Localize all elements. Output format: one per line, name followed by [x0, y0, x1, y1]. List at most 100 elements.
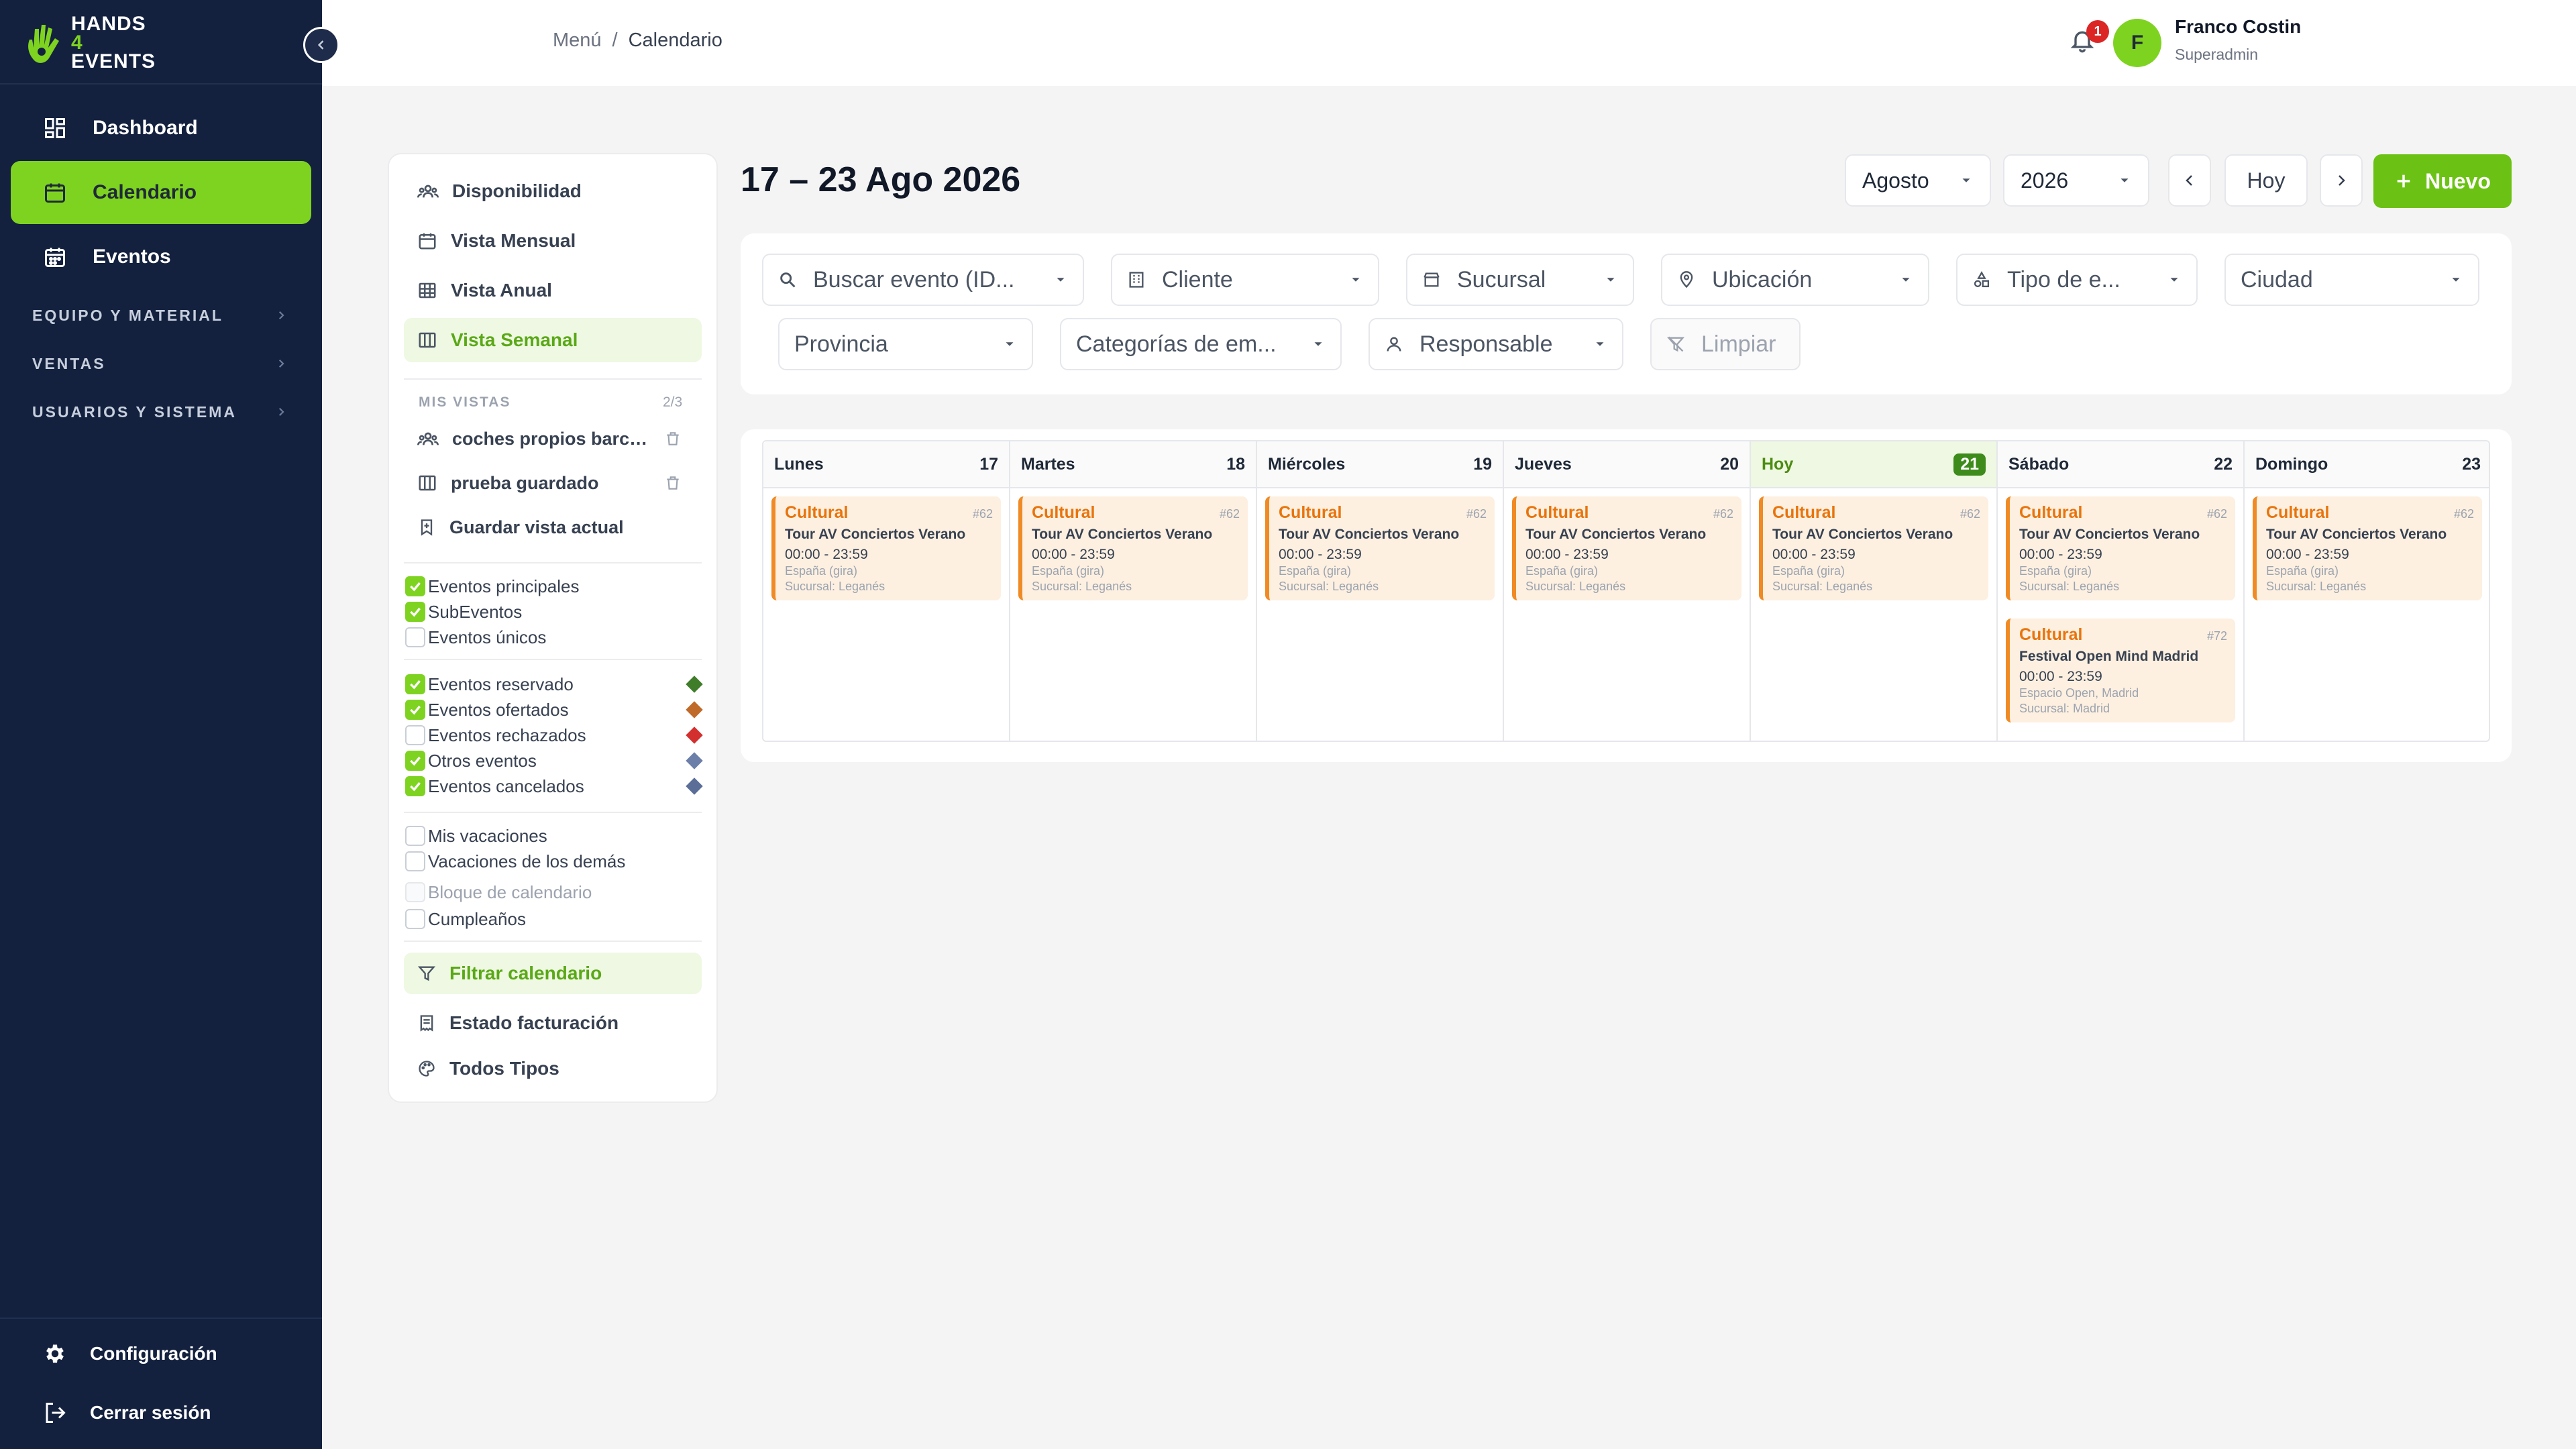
nav-item-dashboard[interactable]: Dashboard	[11, 97, 311, 160]
check-eventos-ofertados[interactable]: Eventos ofertados	[405, 698, 569, 722]
responsible-filter[interactable]: Responsable	[1368, 318, 1623, 370]
shapes-icon	[1974, 271, 1990, 288]
user-icon	[1387, 337, 1401, 352]
nav-group-ventas[interactable]: VENTAS	[32, 347, 287, 380]
check-icon	[410, 680, 421, 690]
users-group-icon	[417, 432, 439, 445]
check-mis-vacaciones[interactable]: Mis vacaciones	[405, 824, 547, 848]
grid-icon	[419, 282, 436, 299]
checkbox[interactable]	[405, 627, 425, 647]
check-cumpleanos[interactable]: Cumpleaños	[405, 907, 526, 931]
checkbox[interactable]	[405, 751, 425, 771]
view-anual[interactable]: Vista Anual	[404, 268, 702, 313]
event-card[interactable]: Cultural #62 Tour AV Conciertos Verano 00:0…	[2253, 496, 2482, 600]
checkbox-label: Eventos ofertados	[428, 699, 569, 720]
day-column[interactable]: Hoy 21 Cultural #62 Tour AV Conciertos Veran…	[1751, 441, 1998, 741]
checkbox[interactable]	[405, 602, 425, 622]
top-header: Menú / Calendario 1 F Franco Costin Supe…	[322, 0, 2576, 86]
checkbox[interactable]	[405, 700, 425, 720]
day-column[interactable]: Domingo 23 Cultural #62 Tour AV Conciertos V…	[2245, 441, 2489, 741]
receipt-icon	[420, 1015, 433, 1032]
day-number: 23	[2462, 454, 2481, 474]
categories-filter[interactable]: Categorías de em...	[1060, 318, 1342, 370]
nav-configuracion[interactable]: Configuración	[11, 1327, 311, 1381]
checkbox[interactable]	[405, 674, 425, 694]
event-card[interactable]: Cultural #72 Festival Open Mind Madrid 00:0…	[2006, 619, 2235, 722]
check-eventos-cancelados[interactable]: Eventos cancelados	[405, 774, 584, 798]
event-type: Cultural	[1525, 503, 1589, 522]
checkbox[interactable]	[405, 826, 425, 846]
avatar[interactable]: F	[2113, 19, 2161, 67]
breadcrumb-menu[interactable]: Menú	[553, 30, 602, 52]
event-card[interactable]: Cultural #62 Tour AV Conciertos Verano 00:0…	[1759, 496, 1988, 600]
clear-filters-button[interactable]: Limpiar	[1650, 318, 1801, 370]
check-subeventos[interactable]: SubEventos	[405, 600, 522, 624]
nav-cerrar-sesion[interactable]: Cerrar sesión	[11, 1386, 311, 1440]
day-column[interactable]: Sábado 22 Cultural #62 Tour AV Conciertos Ve…	[1998, 441, 2245, 741]
sidebar-collapse-button[interactable]	[303, 27, 339, 63]
billing-state-button[interactable]: Estado facturación	[404, 1001, 702, 1045]
view-label: Vista Semanal	[451, 329, 578, 350]
checkbox[interactable]	[405, 909, 425, 929]
event-card[interactable]: Cultural #62 Tour AV Conciertos Verano 00:0…	[1512, 496, 1741, 600]
check-vacaciones-demas[interactable]: Vacaciones de los demás	[405, 849, 625, 873]
month-select[interactable]: Agosto	[1845, 154, 1991, 207]
branch-filter[interactable]: Sucursal	[1406, 254, 1634, 306]
check-otros-eventos[interactable]: Otros eventos	[405, 749, 537, 773]
view-semanal[interactable]: Vista Semanal	[404, 318, 702, 362]
city-filter[interactable]: Ciudad	[2224, 254, 2479, 306]
day-column[interactable]: Martes 18 Cultural #62 Tour AV Conciertos Ve…	[1010, 441, 1257, 741]
check-eventos-principales[interactable]: Eventos principales	[405, 574, 579, 598]
event-card[interactable]: Cultural #62 Tour AV Conciertos Verano 00:0…	[2006, 496, 2235, 600]
check-eventos-unicos[interactable]: Eventos únicos	[405, 625, 546, 649]
location-filter[interactable]: Ubicación	[1661, 254, 1929, 306]
event-card[interactable]: Cultural #62 Tour AV Conciertos Verano 00:0…	[1265, 496, 1495, 600]
year-select[interactable]: 2026	[2003, 154, 2149, 207]
check-eventos-reservado[interactable]: Eventos reservado	[405, 672, 574, 696]
event-title: Tour AV Conciertos Verano	[1525, 527, 1707, 542]
client-filter[interactable]: Cliente	[1111, 254, 1379, 306]
next-week-button[interactable]	[2320, 154, 2363, 207]
checkbox-label: Mis vacaciones	[428, 825, 547, 846]
filter-calendar-button[interactable]: Filtrar calendario	[404, 953, 702, 994]
nav-group-label: VENTAS	[32, 354, 106, 372]
week-range-title: 17 – 23 Ago 2026	[741, 160, 1021, 199]
check-eventos-rechazados[interactable]: Eventos rechazados	[405, 723, 586, 747]
plus-icon	[2397, 174, 2410, 188]
search-event-input[interactable]: Buscar evento (ID...	[762, 254, 1084, 306]
day-column[interactable]: Lunes 17 Cultural #62 Tour AV Conciertos Ver…	[763, 441, 1010, 741]
new-event-button[interactable]: Nuevo	[2373, 154, 2512, 208]
status-color-otros	[686, 752, 703, 769]
day-header: Hoy 21	[1751, 441, 1996, 488]
view-disponibilidad[interactable]: Disponibilidad	[404, 169, 702, 213]
view-mensual[interactable]: Vista Mensual	[404, 219, 702, 263]
event-time: 00:00 - 23:59	[2266, 547, 2349, 562]
province-filter[interactable]: Provincia	[778, 318, 1033, 370]
previous-week-button[interactable]	[2168, 154, 2211, 207]
delete-view-button[interactable]	[664, 474, 682, 492]
today-button[interactable]: Hoy	[2224, 154, 2308, 207]
event-title: Tour AV Conciertos Verano	[2019, 527, 2200, 542]
event-type-filter[interactable]: Tipo de e...	[1956, 254, 2198, 306]
saved-view-item[interactable]: prueba guardado	[404, 462, 702, 504]
brand-logo[interactable]: HANDS 4 EVENTS	[23, 14, 156, 72]
nav-item-eventos[interactable]: Eventos	[11, 225, 311, 288]
save-current-view-button[interactable]: Guardar vista actual	[404, 506, 702, 549]
day-column[interactable]: Miércoles 19 Cultural #62 Tour AV Conciertos…	[1257, 441, 1504, 741]
saved-view-item[interactable]: coches propios barcel...	[404, 417, 702, 460]
nav-item-calendario[interactable]: Calendario	[11, 161, 311, 224]
checkbox[interactable]	[405, 851, 425, 871]
event-id: #62	[2453, 507, 2474, 521]
checkbox[interactable]	[405, 776, 425, 796]
event-card[interactable]: Cultural #62 Tour AV Conciertos Verano 00:0…	[1018, 496, 1248, 600]
event-card[interactable]: Cultural #62 Tour AV Conciertos Verano 00:0…	[771, 496, 1001, 600]
all-types-button[interactable]: Todos Tipos	[404, 1046, 702, 1091]
nav-group-equipo[interactable]: EQUIPO Y MATERIAL	[32, 299, 287, 332]
delete-view-button[interactable]	[664, 430, 682, 447]
checkbox[interactable]	[405, 576, 425, 596]
checkbox[interactable]	[405, 725, 425, 745]
calendar-views-panel: Disponibilidad Vista Mensual Vista Anual…	[388, 153, 718, 1103]
notifications-button[interactable]: 1	[2069, 20, 2109, 59]
nav-group-usuarios[interactable]: USUARIOS Y SISTEMA	[32, 395, 287, 429]
day-column[interactable]: Jueves 20 Cultural #62 Tour AV Conciertos Ve…	[1504, 441, 1751, 741]
